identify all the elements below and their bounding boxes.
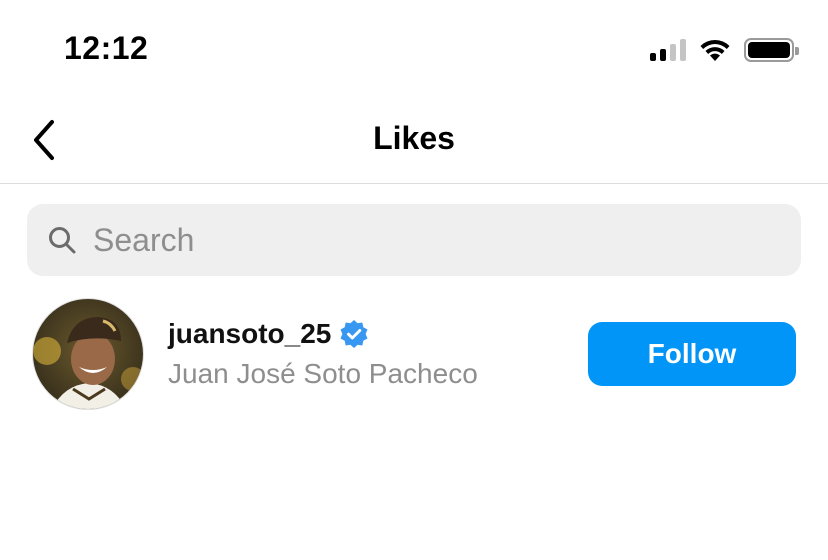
status-time: 12:12	[64, 30, 149, 66]
search-input[interactable]	[93, 221, 733, 259]
user-names: juansoto_25 Juan José Soto Pacheco	[168, 318, 478, 390]
list-item[interactable]: juansoto_25 Juan José Soto Pacheco Follo…	[0, 296, 828, 412]
full-name: Juan José Soto Pacheco	[168, 358, 478, 389]
follow-button[interactable]: Follow	[588, 322, 796, 386]
likes-screen: 12:12 Likes Search juansoto_25 Juan José…	[0, 0, 828, 560]
username[interactable]: juansoto_25	[168, 318, 331, 350]
cellular-signal-icon	[650, 39, 686, 61]
wifi-icon	[700, 39, 730, 61]
avatar[interactable]	[32, 298, 144, 410]
search-bar[interactable]	[27, 204, 801, 276]
status-icons	[650, 36, 799, 64]
status-bar: 12:12	[0, 0, 828, 96]
battery-icon	[744, 38, 799, 62]
page-title: Likes	[373, 120, 455, 156]
nav-header: Likes	[0, 96, 828, 184]
verified-badge-icon	[340, 320, 368, 348]
search-icon	[49, 227, 76, 254]
